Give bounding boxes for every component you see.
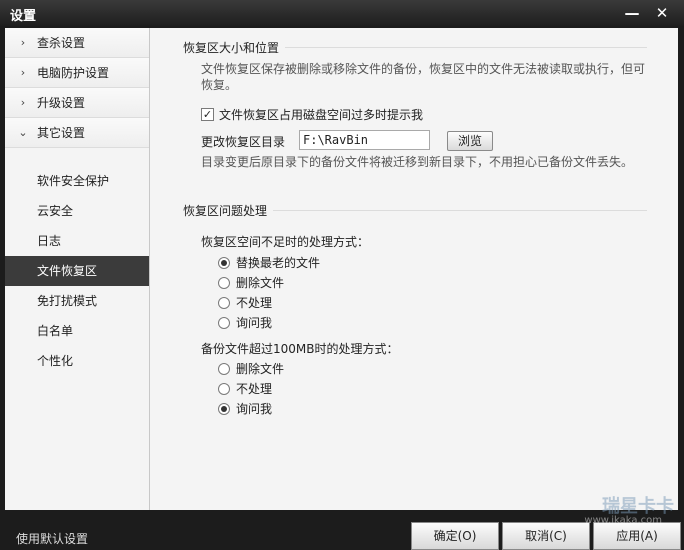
chevron-down-icon: ⌄ xyxy=(18,126,28,139)
large-option-delete[interactable]: 删除文件 xyxy=(218,360,284,377)
sidebar-item-file-recovery[interactable]: 文件恢复区 xyxy=(5,256,156,286)
radio-button[interactable] xyxy=(218,296,230,309)
large-option-ignore[interactable]: 不处理 xyxy=(218,380,272,397)
radio-label: 删除文件 xyxy=(236,276,285,290)
sidebar-group-label: 升级设置 xyxy=(37,96,86,110)
warn-space-label: 文件恢复区占用磁盘空间过多时提示我 xyxy=(219,108,424,122)
section-divider xyxy=(273,210,647,211)
radio-button[interactable] xyxy=(218,382,230,395)
space-option-delete[interactable]: 删除文件 xyxy=(218,274,284,291)
chevron-right-icon: › xyxy=(20,96,26,109)
radio-button[interactable] xyxy=(218,316,230,329)
dir-change-note: 目录变更后原目录下的备份文件将被迁移到新目录下，不用担心已备份文件丢失。 xyxy=(201,155,634,169)
space-shortage-question: 恢复区空间不足时的处理方式： xyxy=(201,235,370,249)
radio-label: 不处理 xyxy=(236,296,273,310)
window-title: 设置 xyxy=(10,9,37,24)
sidebar-group-label: 其它设置 xyxy=(37,126,86,140)
recovery-dir-input[interactable]: F:\RavBin xyxy=(299,130,430,150)
radio-button[interactable] xyxy=(218,402,230,415)
sidebar-group-update[interactable]: › 升级设置 xyxy=(5,88,149,118)
section-title-problem-handling: 恢复区问题处理 xyxy=(183,204,268,218)
radio-button[interactable] xyxy=(218,276,230,289)
sidebar-group-scan[interactable]: › 查杀设置 xyxy=(5,28,149,58)
sidebar-group-protection[interactable]: › 电脑防护设置 xyxy=(5,58,149,88)
change-dir-label: 更改恢复区目录 xyxy=(201,135,286,149)
restore-defaults-link[interactable]: 使用默认设置 xyxy=(16,530,88,547)
chevron-right-icon: › xyxy=(20,66,26,79)
radio-label: 询问我 xyxy=(236,402,273,416)
sidebar-group-label: 电脑防护设置 xyxy=(37,66,110,80)
sidebar-item-personalize[interactable]: 个性化 xyxy=(5,346,149,376)
large-file-question: 备份文件超过100MB时的处理方式： xyxy=(201,342,399,356)
sidebar-group-label: 查杀设置 xyxy=(37,36,86,50)
sidebar-item-software-protection[interactable]: 软件安全保护 xyxy=(5,166,149,196)
radio-label: 删除文件 xyxy=(236,362,285,376)
close-icon[interactable]: ✕ xyxy=(652,3,672,23)
radio-button[interactable] xyxy=(218,362,230,375)
radio-label: 询问我 xyxy=(236,316,273,330)
recovery-description: 文件恢复区保存被删除或移除文件的备份，恢复区中的文件无法被读取或执行，但可恢复。 xyxy=(201,62,646,92)
watermark-url: www.ikaka.com xyxy=(584,515,662,526)
radio-button[interactable] xyxy=(218,256,230,269)
sidebar-item-cloud-security[interactable]: 云安全 xyxy=(5,196,149,226)
space-option-replace-oldest[interactable]: 替换最老的文件 xyxy=(218,254,320,271)
title-bar: 设置 — ✕ xyxy=(0,0,684,26)
radio-label: 不处理 xyxy=(236,382,273,396)
sidebar-item-log[interactable]: 日志 xyxy=(5,226,149,256)
settings-panel: 恢复区大小和位置 文件恢复区保存被删除或移除文件的备份，恢复区中的文件无法被读取… xyxy=(150,28,678,510)
sidebar-item-whitelist[interactable]: 白名单 xyxy=(5,316,149,346)
space-option-ask[interactable]: 询问我 xyxy=(218,314,272,331)
sidebar-group-other[interactable]: ⌄ 其它设置 xyxy=(5,118,149,148)
sidebar: › 查杀设置 › 电脑防护设置 › 升级设置 ⌄ 其它设置 软件安全保护 云安全… xyxy=(5,28,156,510)
large-option-ask[interactable]: 询问我 xyxy=(218,400,272,417)
footer-bar: 使用默认设置 确定(O) 取消(C) 应用(A) xyxy=(0,510,684,550)
warn-space-checkbox[interactable]: ✓ xyxy=(201,108,214,121)
radio-label: 替换最老的文件 xyxy=(236,256,321,270)
space-option-ignore[interactable]: 不处理 xyxy=(218,294,272,311)
section-divider xyxy=(285,47,647,48)
section-title-size-location: 恢复区大小和位置 xyxy=(183,41,280,55)
chevron-right-icon: › xyxy=(20,36,26,49)
sidebar-item-do-not-disturb[interactable]: 免打扰模式 xyxy=(5,286,149,316)
warn-space-row[interactable]: ✓ 文件恢复区占用磁盘空间过多时提示我 xyxy=(201,106,423,123)
minimize-icon[interactable]: — xyxy=(622,3,642,23)
browse-button[interactable]: 浏览 xyxy=(447,131,493,151)
